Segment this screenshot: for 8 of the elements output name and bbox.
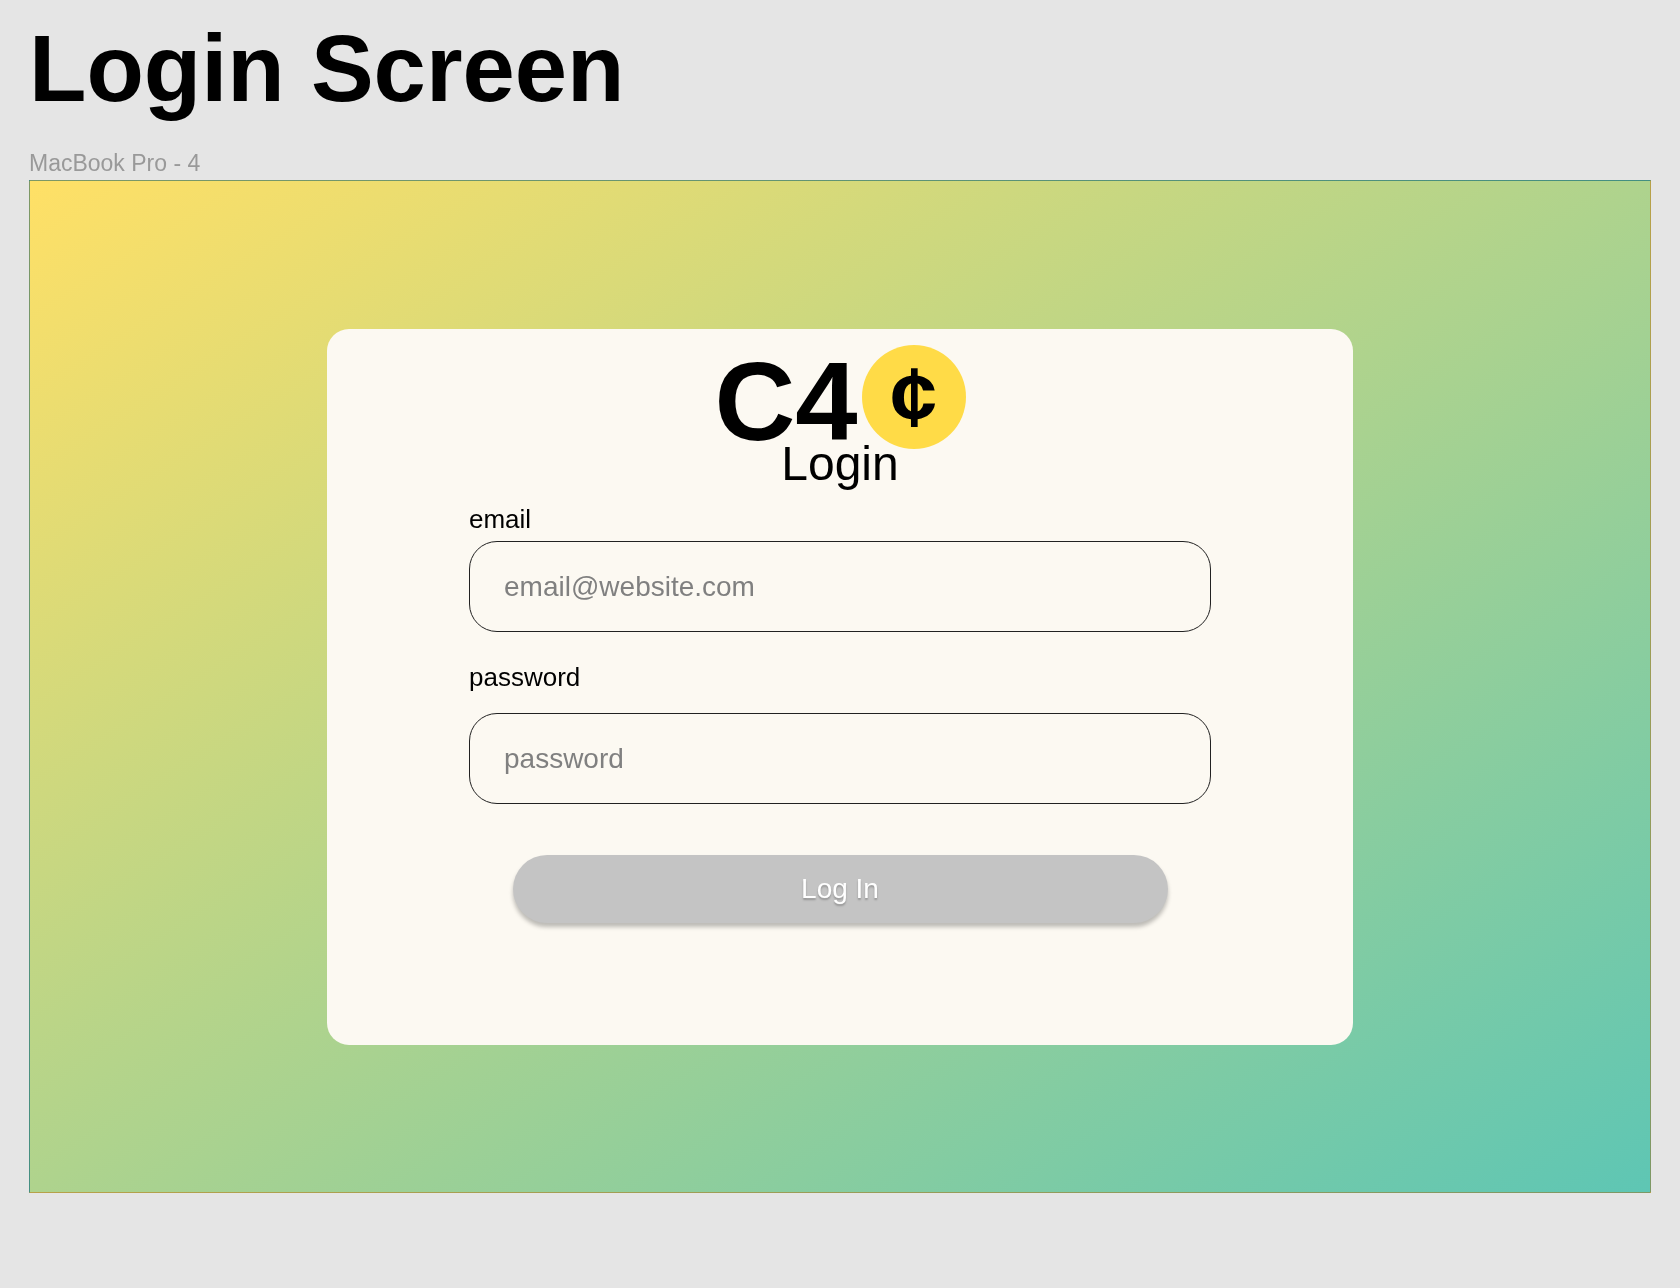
logo-text: C4	[714, 359, 858, 445]
frame-label: MacBook Pro - 4	[29, 150, 201, 176]
input-field[interactable]: email@website.com	[469, 541, 1211, 632]
field-label: password	[469, 662, 581, 692]
page-title: Login Screen	[29, 15, 625, 123]
input-field[interactable]: password	[469, 713, 1211, 804]
field-label: email	[469, 504, 532, 534]
login-button[interactable]: Log In	[512, 855, 1168, 923]
